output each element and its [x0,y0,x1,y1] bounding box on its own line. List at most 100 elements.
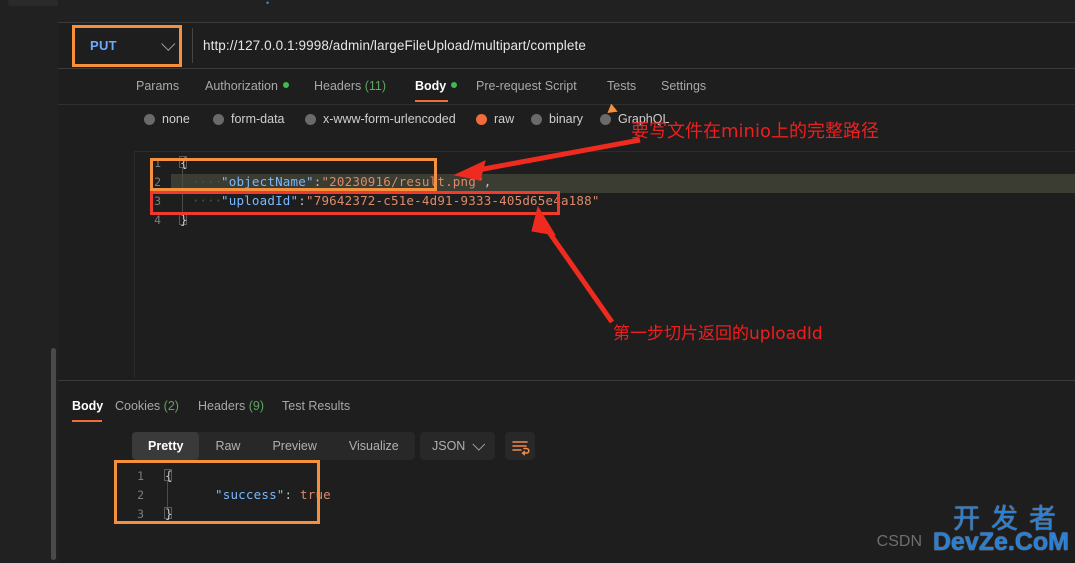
radio-icon [600,113,611,125]
radio-label: none [162,112,190,126]
http-method-select[interactable]: PUT [70,28,193,63]
code-fold-guide [167,481,168,509]
tab-pre-request-script[interactable]: Pre-request Script [476,79,577,93]
tab-settings[interactable]: Settings [661,79,706,93]
json-key: "uploadId" [221,193,299,208]
code-brace-close: } [165,506,173,521]
chevron-down-icon [161,36,176,51]
modified-dot-icon [451,82,458,88]
tab-label: Authorization [205,79,278,93]
tab-label: Pre-request Script [476,79,577,93]
code-brace-close: } [180,212,188,227]
word-wrap-button[interactable] [505,432,535,460]
view-raw[interactable]: Raw [199,432,256,460]
tab-label: Tests [607,79,637,93]
code-line-upload-id: "uploadId":"79642372-c51e-4d91-9333-405d… [221,193,600,208]
annotation-note-path: 要写文件在minio上的完整路径 [631,121,879,142]
tab-label: Test Results [282,399,351,413]
json-value: "79642372-c51e-4d91-9333-405d65e4a188" [306,193,600,208]
line-number: 2 [137,488,144,502]
http-method-label: PUT [90,38,117,53]
line-number: 4 [154,213,161,227]
tab-label: Cookies [115,399,161,413]
radio-label: x-www-form-urlencoded [323,112,456,126]
response-tab-cookies[interactable]: Cookies (2) [115,399,179,413]
watermark-ghost: CSDN [876,533,922,550]
left-rail [0,0,76,563]
watermark-en: DevZe.CoM [932,528,1069,556]
tab-label: Settings [661,79,707,93]
request-tabs: Params Authorization Headers (11) Body P… [58,69,1075,105]
response-view-switcher: Pretty Raw Preview Visualize [132,432,415,460]
json-colon: : [298,193,306,208]
response-tab-test-results[interactable]: Test Results [282,399,350,413]
request-response-panel: • PUT http://127.0.0.1:9998/admin/largeF… [58,0,1075,563]
code-line-success: "success": true [215,487,331,502]
indent-guide: ···· [192,193,223,208]
radio-x-www-form-urlencoded[interactable]: x-www-form-urlencoded [305,112,456,126]
tab-label: Headers [198,399,246,413]
radio-binary[interactable]: binary [531,112,583,126]
tab-count: (9) [248,399,265,413]
radio-label: form-data [231,112,285,126]
json-key: "success" [215,487,285,502]
line-number: 1 [154,156,161,170]
radio-raw[interactable]: raw [476,112,514,126]
tab-tests[interactable]: Tests [607,79,636,93]
response-format-select[interactable]: JSON [420,432,495,460]
radio-icon [144,113,155,125]
active-tab-underline [415,100,448,102]
line-number: 1 [137,469,144,483]
json-key: "objectName" [221,174,314,189]
word-wrap-icon [512,441,530,456]
tab-count: (2) [163,399,179,413]
radio-icon [531,113,542,125]
radio-icon [213,113,224,125]
code-fold-guide [182,168,183,215]
json-colon: : [284,487,293,502]
code-brace-open: { [165,468,173,483]
view-visualize[interactable]: Visualize [333,432,415,460]
url-input[interactable]: http://127.0.0.1:9998/admin/largeFileUpl… [203,38,586,53]
url-bar: PUT http://127.0.0.1:9998/admin/largeFil… [58,23,1075,69]
response-tabs: Body Cookies (2) Headers (9) Test Result… [58,381,1075,422]
radio-icon [305,113,316,125]
sidebar-scrollbar[interactable] [51,348,56,560]
tab-label: Body [415,79,447,93]
tab-label: Body [72,399,104,413]
code-brace-open: { [180,155,188,170]
tab-label: Headers [314,79,362,93]
tab-params[interactable]: Params [136,79,179,93]
body-type-radio-group: none form-data x-www-form-urlencoded raw… [58,106,1075,232]
line-number: 3 [137,507,144,521]
response-body-editor[interactable]: 1 2 3 { "success": true } [118,466,1075,546]
postman-window: • PUT http://127.0.0.1:9998/admin/largeF… [0,0,1075,563]
request-body-editor[interactable]: 1 2 3 4 { ···· "objectName": "20230916/re… [134,151,1075,378]
view-pretty[interactable]: Pretty [132,432,200,460]
annotation-note-upload-id: 第一步切片返回的uploadId [613,324,823,344]
tab-indicator-icon: • [266,0,270,8]
tab-authorization[interactable]: Authorization [205,79,289,93]
tab-count: (11) [364,79,387,93]
response-format-label: JSON [432,439,466,453]
radio-form-data[interactable]: form-data [213,112,285,126]
radio-label: binary [549,112,584,126]
tab-label: Params [136,79,180,93]
radio-icon-selected [476,113,487,125]
json-comma: , [483,174,492,189]
radio-none[interactable]: none [144,112,190,126]
editor-gutter: 1 2 3 4 [135,152,171,378]
active-tab-underline [72,420,102,422]
tab-strip: • [58,0,1075,23]
tab-headers[interactable]: Headers (11) [314,79,386,93]
line-number: 2 [154,175,161,189]
response-tab-body[interactable]: Body [72,399,103,413]
response-tab-headers[interactable]: Headers (9) [198,399,264,413]
view-preview[interactable]: Preview [256,432,332,460]
chevron-down-icon [472,437,486,451]
tab-body[interactable]: Body [415,79,458,93]
modified-dot-icon [282,82,289,88]
radio-label: raw [494,112,515,126]
json-value: "20230916/result.png" [321,174,484,189]
indent-guide: ···· [192,174,223,189]
